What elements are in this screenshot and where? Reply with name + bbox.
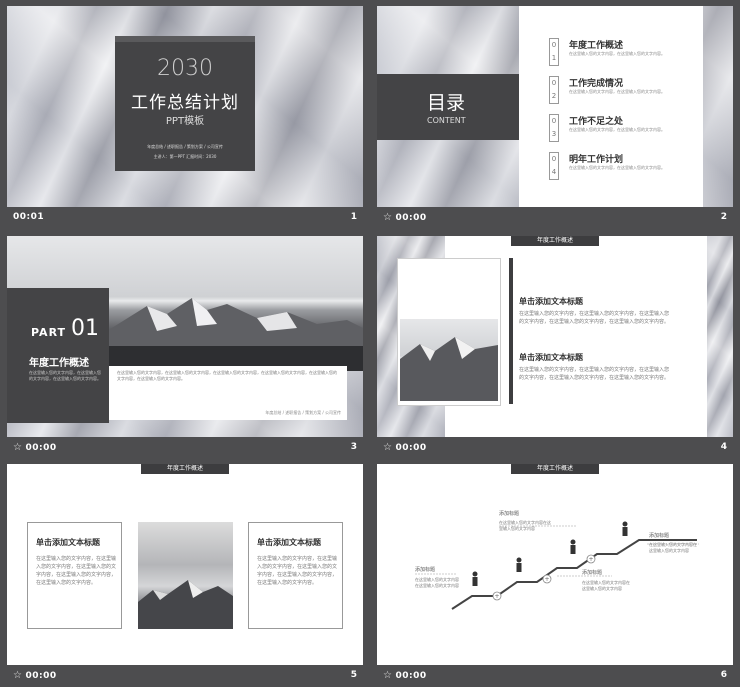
svg-text:+: + [545,576,550,583]
part-number: 01 [71,316,99,341]
slide-info-bar: ☆ 00:00 5 [7,665,363,686]
svg-text:+: + [589,556,594,563]
slide-number: 5 [350,670,357,680]
accent-bar [509,258,513,404]
step-label-1: 添加标题 [415,567,436,573]
step-label-2: 添加标题 [499,511,520,517]
toc-item-desc: 在这里输入您的文字内容，在这里输入您的文字内容。 [569,127,665,132]
step-label-3: 添加标题 [582,570,603,576]
slide-time: 00:00 [395,213,427,223]
slide-canvas: 年度工作概述 + + + 添加标题 在这里输入您的文字内容在这里输入您的文字内容 添… [377,464,733,665]
card-body-2: 在这里输入您的文字内容，在这里输入您的文字内容，在这里输入您的文字内容，在这里输… [257,556,338,586]
text-card-2: 单击添加文本标题 在这里输入您的文字内容，在这里输入您的文字内容，在这里输入您的… [248,522,343,629]
slide-thumbnail-3[interactable]: 在这里输入您的文字内容，在这里输入您的文字内容，在这里输入您的文字内容，在这里输… [7,236,363,458]
card-title-1: 单击添加文本标题 [36,538,100,547]
brush-strip-right [707,236,733,437]
toc-item-label: 明年工作计划 [569,155,624,165]
slide-number: 1 [350,212,357,222]
toc-item-label: 年度工作概述 [569,41,624,51]
slide-info-bar: ☆ 00:00 3 [7,437,363,458]
part-label: PART [31,326,67,339]
toc-item: 0 4 明年工作计划 在这里输入您的文字内容，在这里输入您的文字内容。 [549,152,699,182]
toc-item: 0 1 年度工作概述 在这里输入您的文字内容，在这里输入您的文字内容。 [549,38,699,68]
slide-info-bar: ☆ 00:00 4 [377,437,733,458]
main-title: 工作总结计划 [131,93,239,113]
staircase-diagram: + + + [415,521,699,610]
year-text: 2030 [157,56,213,81]
photo-frame [397,258,501,406]
block-body-2: 在这里输入您的文字内容，在这里输入您的文字内容，在这里输入您的文字内容，在这里输… [519,367,670,381]
step-body-3: 在这里输入您的文字内容在这里输入您的文字内容 [582,580,630,591]
slide-sorter-grid: 2030 工作总结计划 PPT模板 年度总结 / 述职报告 / 策划方案 / 公… [0,0,740,685]
band-text: 在这里输入您的文字内容，在这里输入您的文字内容，在这里输入您的文字内容，在这里输… [117,370,337,381]
star-icon: ☆ [13,442,23,453]
slide-number: 6 [720,670,727,680]
svg-text:+: + [495,593,500,600]
toc-item-number: 03 [549,114,559,142]
mountain-photo [138,522,233,629]
toc-item: 0 2 工作完成情况 在这里输入您的文字内容，在这里输入您的文字内容。 [549,76,699,106]
slide-time: 00:00 [395,443,427,453]
block-title-2: 单击添加文本标题 [519,353,583,362]
toc-item-number: 01 [549,38,559,66]
slide-thumbnail-4[interactable]: 年度工作概述 单击添加文本标题 在这里输入您的文字内容，在这里输入您的文字内容，… [377,236,733,458]
star-icon: ☆ [13,670,23,681]
slide-time: 00:01 [13,212,45,222]
part-box: PART 01 年度工作概述 在这里输入您的文字内容，在这里输入您的文字内容，在… [7,288,109,423]
slide-canvas: 2030 工作总结计划 PPT模板 年度总结 / 述职报告 / 策划方案 / 公… [7,6,363,207]
toc-item-number: 04 [549,152,559,180]
toc-item-desc: 在这里输入您的文字内容，在这里输入您的文字内容。 [569,165,665,170]
subtitle: PPT模板 [165,116,205,127]
slide-thumbnail-5[interactable]: 年度工作概述 单击添加文本标题 在这里输入您的文字内容，在这里输入您的文字内容，… [7,464,363,686]
slide-canvas: 年度工作概述 单击添加文本标题 在这里输入您的文字内容，在这里输入您的文字内容，… [7,464,363,665]
step-body-2: 在这里输入您的文字内容在这里输入您的文字内容 [499,520,551,531]
slide-info-bar: ☆ 00:00 2 [377,207,733,228]
slide-canvas: 年度工作概述 单击添加文本标题 在这里输入您的文字内容，在这里输入您的文字内容，… [377,236,733,437]
card-body-1: 在这里输入您的文字内容，在这里输入您的文字内容，在这里输入您的文字内容，在这里输… [36,556,117,586]
text-band: 在这里输入您的文字内容，在这里输入您的文字内容，在这里输入您的文字内容，在这里输… [107,366,347,420]
band-footer: 年度总结 / 述职报告 / 策划方案 / 公司宣传 [265,410,341,415]
title-box: 2030 工作总结计划 PPT模板 年度总结 / 述职报告 / 策划方案 / 公… [115,36,255,171]
slide-thumbnail-2[interactable]: 目录 CONTENT 0 1 年度工作概述 在这里输入您的文字内容，在这里输入您的文字… [377,6,733,228]
block-body-1: 在这里输入您的文字内容，在这里输入您的文字内容，在这里输入您的文字内容，在这里输… [519,311,670,325]
toc-subtitle: CONTENT [427,116,466,125]
slide-number: 2 [720,212,727,222]
step-body-1: 在这里输入您的文字内容在这里输入您的文字内容 [415,577,459,588]
slide-thumbnail-6[interactable]: 年度工作概述 + + + 添加标题 在这里输入您的文字内容在这里输入您的文字内容 添… [377,464,733,686]
block-title-1: 单击添加文本标题 [519,297,583,306]
toc-item: 0 3 工作不足之处 在这里输入您的文字内容，在这里输入您的文字内容。 [549,114,699,144]
section-tag: 年度工作概述 [141,464,229,474]
star-icon: ☆ [383,442,393,453]
slide-thumbnail-1[interactable]: 2030 工作总结计划 PPT模板 年度总结 / 述职报告 / 策划方案 / 公… [7,6,363,228]
text-card-1: 单击添加文本标题 在这里输入您的文字内容，在这里输入您的文字内容，在这里输入您的… [27,522,122,629]
slide-time: 00:00 [25,671,57,681]
part-desc: 在这里输入您的文字内容，在这里输入您的文字内容，在这里输入您的文字内容。 [29,370,101,381]
step-body-4: 在这里输入您的文字内容在这里输入您的文字内容 [649,542,697,553]
part-heading: 年度工作概述 [29,358,89,369]
toc-title: 目录 [427,92,466,114]
star-icon: ☆ [383,670,393,681]
toc-title-box: 目录 CONTENT [377,74,519,140]
card-title-2: 单击添加文本标题 [257,538,321,547]
slide-time: 00:00 [395,671,427,681]
section-tag: 年度工作概述 [511,236,599,246]
slide-number: 4 [720,442,727,452]
toc-item-desc: 在这里输入您的文字内容，在这里输入您的文字内容。 [569,51,665,56]
star-icon: ☆ [383,212,393,223]
meta-line-2: 主讲人：第一PPT 汇报时间：2030 [153,154,217,159]
slide-number: 3 [350,442,357,452]
slide-canvas: 目录 CONTENT 0 1 年度工作概述 在这里输入您的文字内容，在这里输入您的文字… [377,6,733,207]
slide-time: 00:00 [25,443,57,453]
meta-line-1: 年度总结 / 述职报告 / 策划方案 / 公司宣传 [147,144,223,149]
toc-item-label: 工作不足之处 [569,117,624,127]
toc-item-label: 工作完成情况 [569,79,624,89]
mountain-photo [400,319,498,401]
slide-canvas: 在这里输入您的文字内容，在这里输入您的文字内容，在这里输入您的文字内容，在这里输… [7,236,363,437]
slide-info-bar: ☆ 00:00 6 [377,665,733,686]
toc-item-desc: 在这里输入您的文字内容，在这里输入您的文字内容。 [569,89,665,94]
toc-item-number: 02 [549,76,559,104]
slide-info-bar: 00:01 1 [7,207,363,228]
step-label-4: 添加标题 [649,533,670,539]
